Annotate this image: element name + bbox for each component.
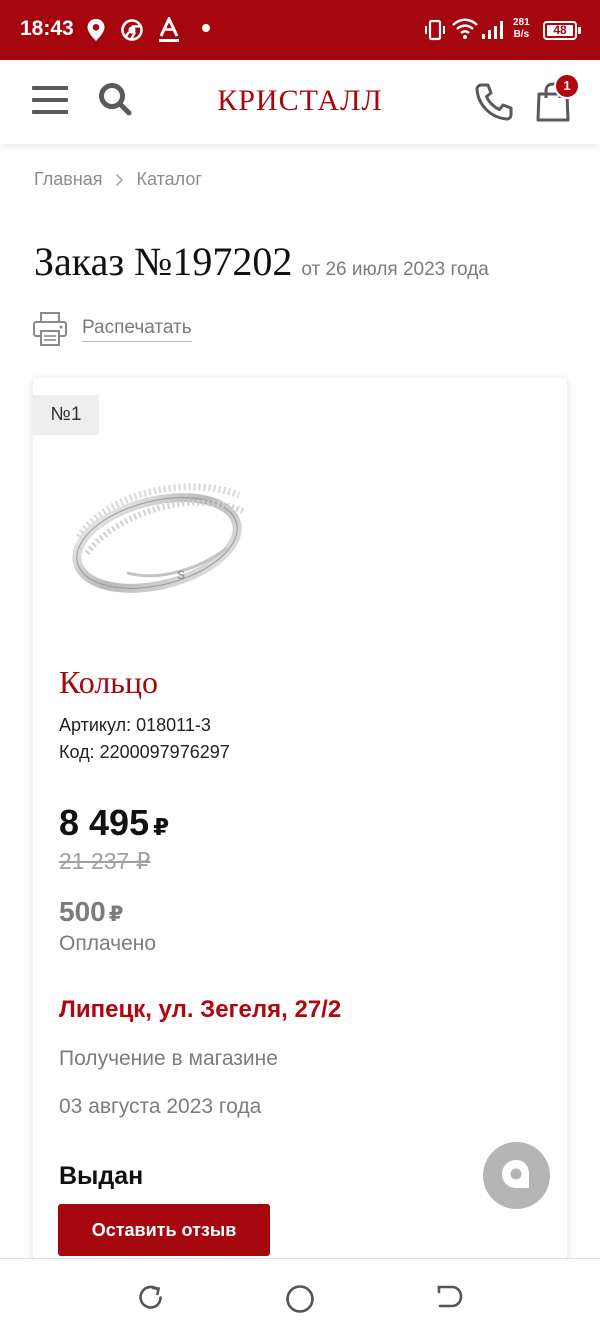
print-button[interactable]: Распечатать xyxy=(32,311,192,347)
chat-button[interactable] xyxy=(483,1142,550,1209)
order-date: от 26 июля 2023 года xyxy=(301,259,489,280)
notification-dot-icon xyxy=(202,24,210,32)
paid-value: 500 xyxy=(59,896,106,927)
svg-text:S: S xyxy=(177,568,185,582)
product-price: 8 495 ₽ xyxy=(59,802,169,844)
brand-logo[interactable]: КРИСТАЛЛ xyxy=(180,84,420,118)
network-speed-value: 281 xyxy=(513,17,530,28)
order-number: Заказ №197202 xyxy=(34,239,293,284)
recent-apps-icon[interactable] xyxy=(136,1284,164,1312)
wifi-icon xyxy=(452,18,478,39)
text-a-icon xyxy=(159,17,179,42)
phone-icon[interactable] xyxy=(474,82,514,122)
store-address[interactable]: Липецк, ул. Зегеля, 27/2 xyxy=(59,996,341,1024)
search-icon[interactable] xyxy=(98,82,132,116)
old-price: 21 237 ₽ xyxy=(59,848,151,874)
product-name[interactable]: Кольцо xyxy=(59,664,158,701)
breadcrumb-catalog[interactable]: Каталог xyxy=(137,169,202,190)
status-bar: 18:43 281 B/s 48 xyxy=(0,0,600,60)
back-icon[interactable] xyxy=(436,1284,464,1312)
paid-label: Оплачено xyxy=(59,932,157,955)
order-status: Выдан xyxy=(59,1162,144,1190)
hamburger-menu-icon[interactable] xyxy=(32,86,68,116)
product-sku: Артикул: 018011-3 xyxy=(59,715,211,735)
chevron-right-icon xyxy=(115,173,123,186)
delivery-date: 03 августа 2023 года xyxy=(59,1095,262,1118)
print-label[interactable]: Распечатать xyxy=(82,317,192,342)
network-speed-unit: B/s xyxy=(513,29,530,40)
battery-tip xyxy=(578,27,581,34)
breadcrumb-home[interactable]: Главная xyxy=(34,169,103,190)
signal-icon xyxy=(482,21,503,39)
vibrate-icon xyxy=(425,19,445,41)
location-icon xyxy=(87,19,105,41)
chat-icon xyxy=(502,1160,529,1188)
breadcrumb: Главная Каталог xyxy=(34,169,202,190)
site-header: КРИСТАЛЛ xyxy=(0,60,600,144)
item-number-badge: №1 xyxy=(33,395,99,435)
delivery-method: Получение в магазине xyxy=(59,1047,278,1070)
printer-icon xyxy=(33,312,67,346)
home-icon[interactable] xyxy=(285,1284,315,1314)
price-currency: ₽ xyxy=(153,814,170,840)
battery-icon: 48 xyxy=(543,21,577,40)
paid-currency: ₽ xyxy=(108,903,124,926)
cart-count-badge: 1 xyxy=(554,73,580,99)
system-nav-bar xyxy=(0,1258,600,1338)
product-code: Код: 2200097976297 xyxy=(59,742,230,762)
network-speed: 281 B/s xyxy=(513,17,530,41)
price-value: 8 495 xyxy=(59,802,150,843)
paid-amount: 500 ₽ xyxy=(59,896,123,928)
order-title: Заказ №197202 от 26 июля 2023 года xyxy=(34,238,489,285)
status-time: 18:43 xyxy=(20,17,74,40)
product-image[interactable]: S xyxy=(67,453,247,603)
leave-review-button[interactable]: Оставить отзыв xyxy=(58,1204,270,1256)
battery-level: 48 xyxy=(547,24,573,36)
chrome-icon xyxy=(121,19,143,41)
